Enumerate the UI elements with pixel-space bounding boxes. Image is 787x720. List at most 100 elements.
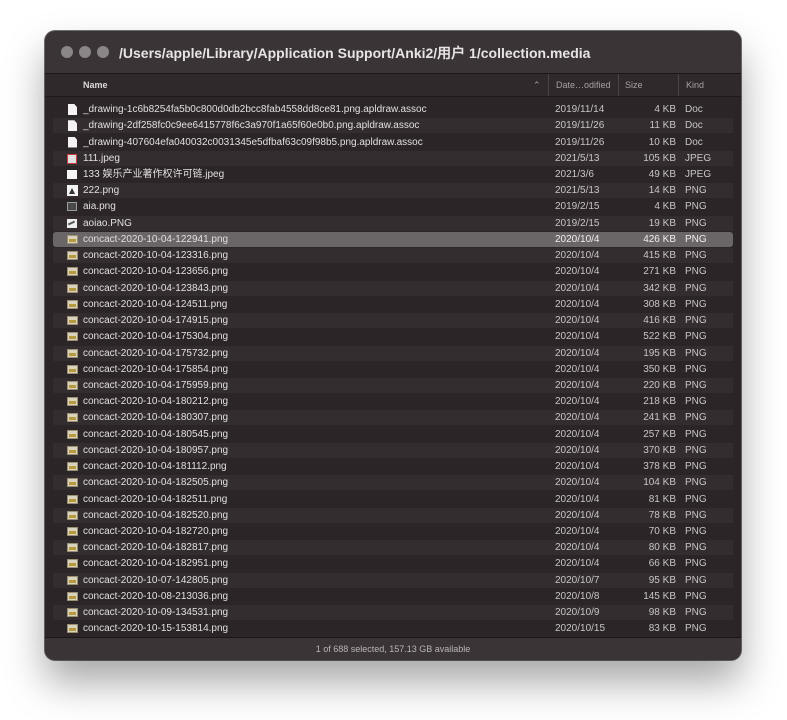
file-kind: PNG — [685, 542, 707, 554]
column-header-date[interactable]: Date…odified — [548, 74, 626, 96]
file-row[interactable]: concact-2020-10-04-182505.png 2020/10/4 10… — [53, 475, 733, 491]
file-name: concact-2020-10-04-182520.png — [83, 509, 229, 521]
file-date: 2020/10/4 — [555, 347, 600, 359]
file-kind: PNG — [685, 623, 707, 635]
document-file-icon — [68, 104, 77, 115]
file-row[interactable]: concact-2020-10-04-174915.png 2020/10/4 41… — [53, 313, 733, 328]
file-row[interactable]: concact-2020-10-04-175304.png 2020/10/4 52… — [53, 329, 733, 344]
file-date: 2020/10/4 — [555, 233, 600, 245]
file-row[interactable]: _drawing-407604efa040032c0031345e5dfbaf6… — [53, 135, 733, 150]
file-date: 2020/10/4 — [555, 542, 600, 554]
file-row[interactable]: 222.png 2021/5/13 14 KB PNG — [53, 183, 733, 199]
file-row[interactable]: concact-2020-10-04-181112.png 2020/10/4 37… — [53, 459, 733, 474]
column-header: Name ⌃ Date…odified Size Kind — [45, 74, 741, 97]
file-row[interactable]: concact-2020-10-04-123656.png 2020/10/4 27… — [53, 264, 733, 279]
file-row[interactable]: aoiao.PNG 2019/2/15 19 KB PNG — [53, 215, 733, 231]
file-row[interactable]: _drawing-2df258fc0c9ee6415778f6c3a970f1a… — [53, 118, 733, 134]
file-row[interactable]: concact-2020-10-04-122941.png 2020/10/4 42… — [53, 231, 733, 247]
file-row[interactable]: concact-2020-10-04-123316.png 2020/10/4 41… — [53, 248, 733, 264]
file-date: 2020/10/4 — [555, 526, 600, 537]
file-kind: PNG — [685, 298, 707, 310]
column-header-kind[interactable]: Kind — [678, 74, 741, 96]
minimize-button[interactable] — [79, 46, 91, 58]
close-button[interactable] — [61, 46, 73, 58]
image-file-icon — [67, 575, 78, 585]
file-name: concact-2020-10-04-180957.png — [83, 444, 229, 456]
file-row[interactable]: concact-2020-10-04-175732.png 2020/10/4 19… — [53, 345, 733, 361]
file-kind: PNG — [685, 185, 707, 197]
file-kind: PNG — [685, 347, 707, 359]
image-file-icon — [67, 234, 78, 244]
file-row[interactable]: concact-2020-10-04-123843.png 2020/10/4 34… — [53, 280, 733, 296]
file-size: 66 KB — [648, 558, 676, 570]
file-date: 2019/2/15 — [555, 201, 600, 213]
file-kind: PNG — [685, 574, 707, 586]
title-bar: /Users/apple/Library/Application Support… — [45, 31, 741, 74]
file-row[interactable]: concact-2020-10-04-175959.png 2020/10/4 22… — [53, 377, 733, 393]
file-row[interactable]: concact-2020-10-04-182511.png 2020/10/4 81… — [53, 492, 733, 507]
file-name: _drawing-1c6b8254fa5b0c800d0db2bcc8fab45… — [83, 104, 427, 115]
file-kind: JPEG — [685, 168, 712, 180]
file-kind: PNG — [685, 590, 707, 602]
file-name: concact-2020-10-07-142805.png — [83, 574, 229, 586]
file-date: 2020/10/4 — [555, 396, 600, 408]
file-row[interactable]: concact-2020-10-08-213036.png 2020/10/8 14… — [53, 589, 733, 604]
file-row[interactable]: concact-2020-10-15-153814.png 2020/10/15 8… — [53, 621, 733, 636]
file-row[interactable]: 133 娱乐产业著作权许可链.jpeg 2021/3/6 49 KB JPEG — [53, 167, 733, 182]
file-kind: PNG — [685, 233, 707, 245]
file-name: concact-2020-10-04-180545.png — [83, 428, 229, 440]
file-kind: PNG — [685, 396, 707, 408]
file-row[interactable]: concact-2020-10-07-142805.png 2020/10/7 95… — [53, 572, 733, 588]
file-row[interactable]: concact-2020-10-04-124511.png 2020/10/4 30… — [53, 297, 733, 312]
image-file-icon — [67, 559, 78, 569]
image-file-icon — [67, 413, 78, 423]
file-row[interactable]: concact-2020-10-04-182817.png 2020/10/4 80… — [53, 540, 733, 556]
image-file-icon — [67, 332, 78, 342]
file-size: 78 KB — [648, 509, 676, 521]
file-kind: PNG — [685, 282, 707, 294]
file-name: concact-2020-10-04-182817.png — [83, 542, 229, 554]
file-date: 2019/11/26 — [555, 136, 605, 148]
file-row[interactable]: concact-2020-10-04-182520.png 2020/10/4 78… — [53, 507, 733, 523]
file-row[interactable]: concact-2020-10-04-180307.png 2020/10/4 24… — [53, 410, 733, 426]
file-size: 195 KB — [643, 347, 676, 359]
column-header-name[interactable]: Name — [83, 74, 108, 96]
image-file-icon — [67, 510, 78, 520]
file-row[interactable]: concact-2020-10-04-182951.png 2020/10/4 66… — [53, 556, 733, 571]
column-header-size[interactable]: Size — [618, 74, 685, 96]
file-row[interactable]: concact-2020-10-04-180545.png 2020/10/4 25… — [53, 427, 733, 442]
file-row[interactable]: concact-2020-10-04-182720.png 2020/10/4 70… — [53, 524, 733, 539]
zoom-button[interactable] — [97, 46, 109, 58]
file-kind: PNG — [685, 607, 707, 619]
file-size: 95 KB — [648, 574, 676, 586]
image-file-icon — [67, 494, 78, 504]
image-file-icon — [67, 218, 77, 228]
image-file-icon — [67, 478, 78, 488]
file-name: concact-2020-10-08-213036.png — [83, 590, 229, 602]
file-date: 2019/2/15 — [555, 217, 600, 229]
file-row[interactable]: aia.png 2019/2/15 4 KB PNG — [53, 199, 733, 214]
file-name: concact-2020-10-04-175959.png — [83, 379, 229, 391]
status-bar: 1 of 688 selected, 157.13 GB available — [45, 637, 741, 660]
file-name: concact-2020-10-04-182720.png — [83, 526, 229, 537]
file-row[interactable]: concact-2020-10-09-134531.png 2020/10/9 98… — [53, 605, 733, 621]
file-kind: PNG — [685, 526, 707, 537]
file-name: concact-2020-10-04-174915.png — [83, 315, 229, 326]
file-size: 14 KB — [648, 185, 676, 197]
file-kind: PNG — [685, 412, 707, 424]
file-row[interactable]: concact-2020-10-04-175854.png 2020/10/4 35… — [53, 362, 733, 377]
file-size: 218 KB — [643, 396, 676, 408]
file-name: concact-2020-10-04-175854.png — [83, 363, 229, 375]
file-row[interactable]: concact-2020-10-04-180957.png 2020/10/4 37… — [53, 442, 733, 458]
sort-chevron-icon[interactable]: ⌃ — [533, 74, 541, 96]
file-size: 145 KB — [643, 590, 676, 602]
file-name: concact-2020-10-09-134531.png — [83, 607, 229, 619]
file-size: 49 KB — [648, 168, 676, 180]
file-row[interactable]: concact-2020-10-04-180212.png 2020/10/4 21… — [53, 394, 733, 409]
document-file-icon — [68, 136, 77, 148]
file-row[interactable]: 111.jpeg 2021/5/13 105 KB JPEG — [53, 150, 733, 166]
file-row[interactable]: _drawing-1c6b8254fa5b0c800d0db2bcc8fab45… — [53, 102, 733, 117]
file-size: 105 KB — [643, 152, 676, 164]
file-kind: PNG — [685, 428, 707, 440]
image-file-icon — [67, 624, 78, 634]
